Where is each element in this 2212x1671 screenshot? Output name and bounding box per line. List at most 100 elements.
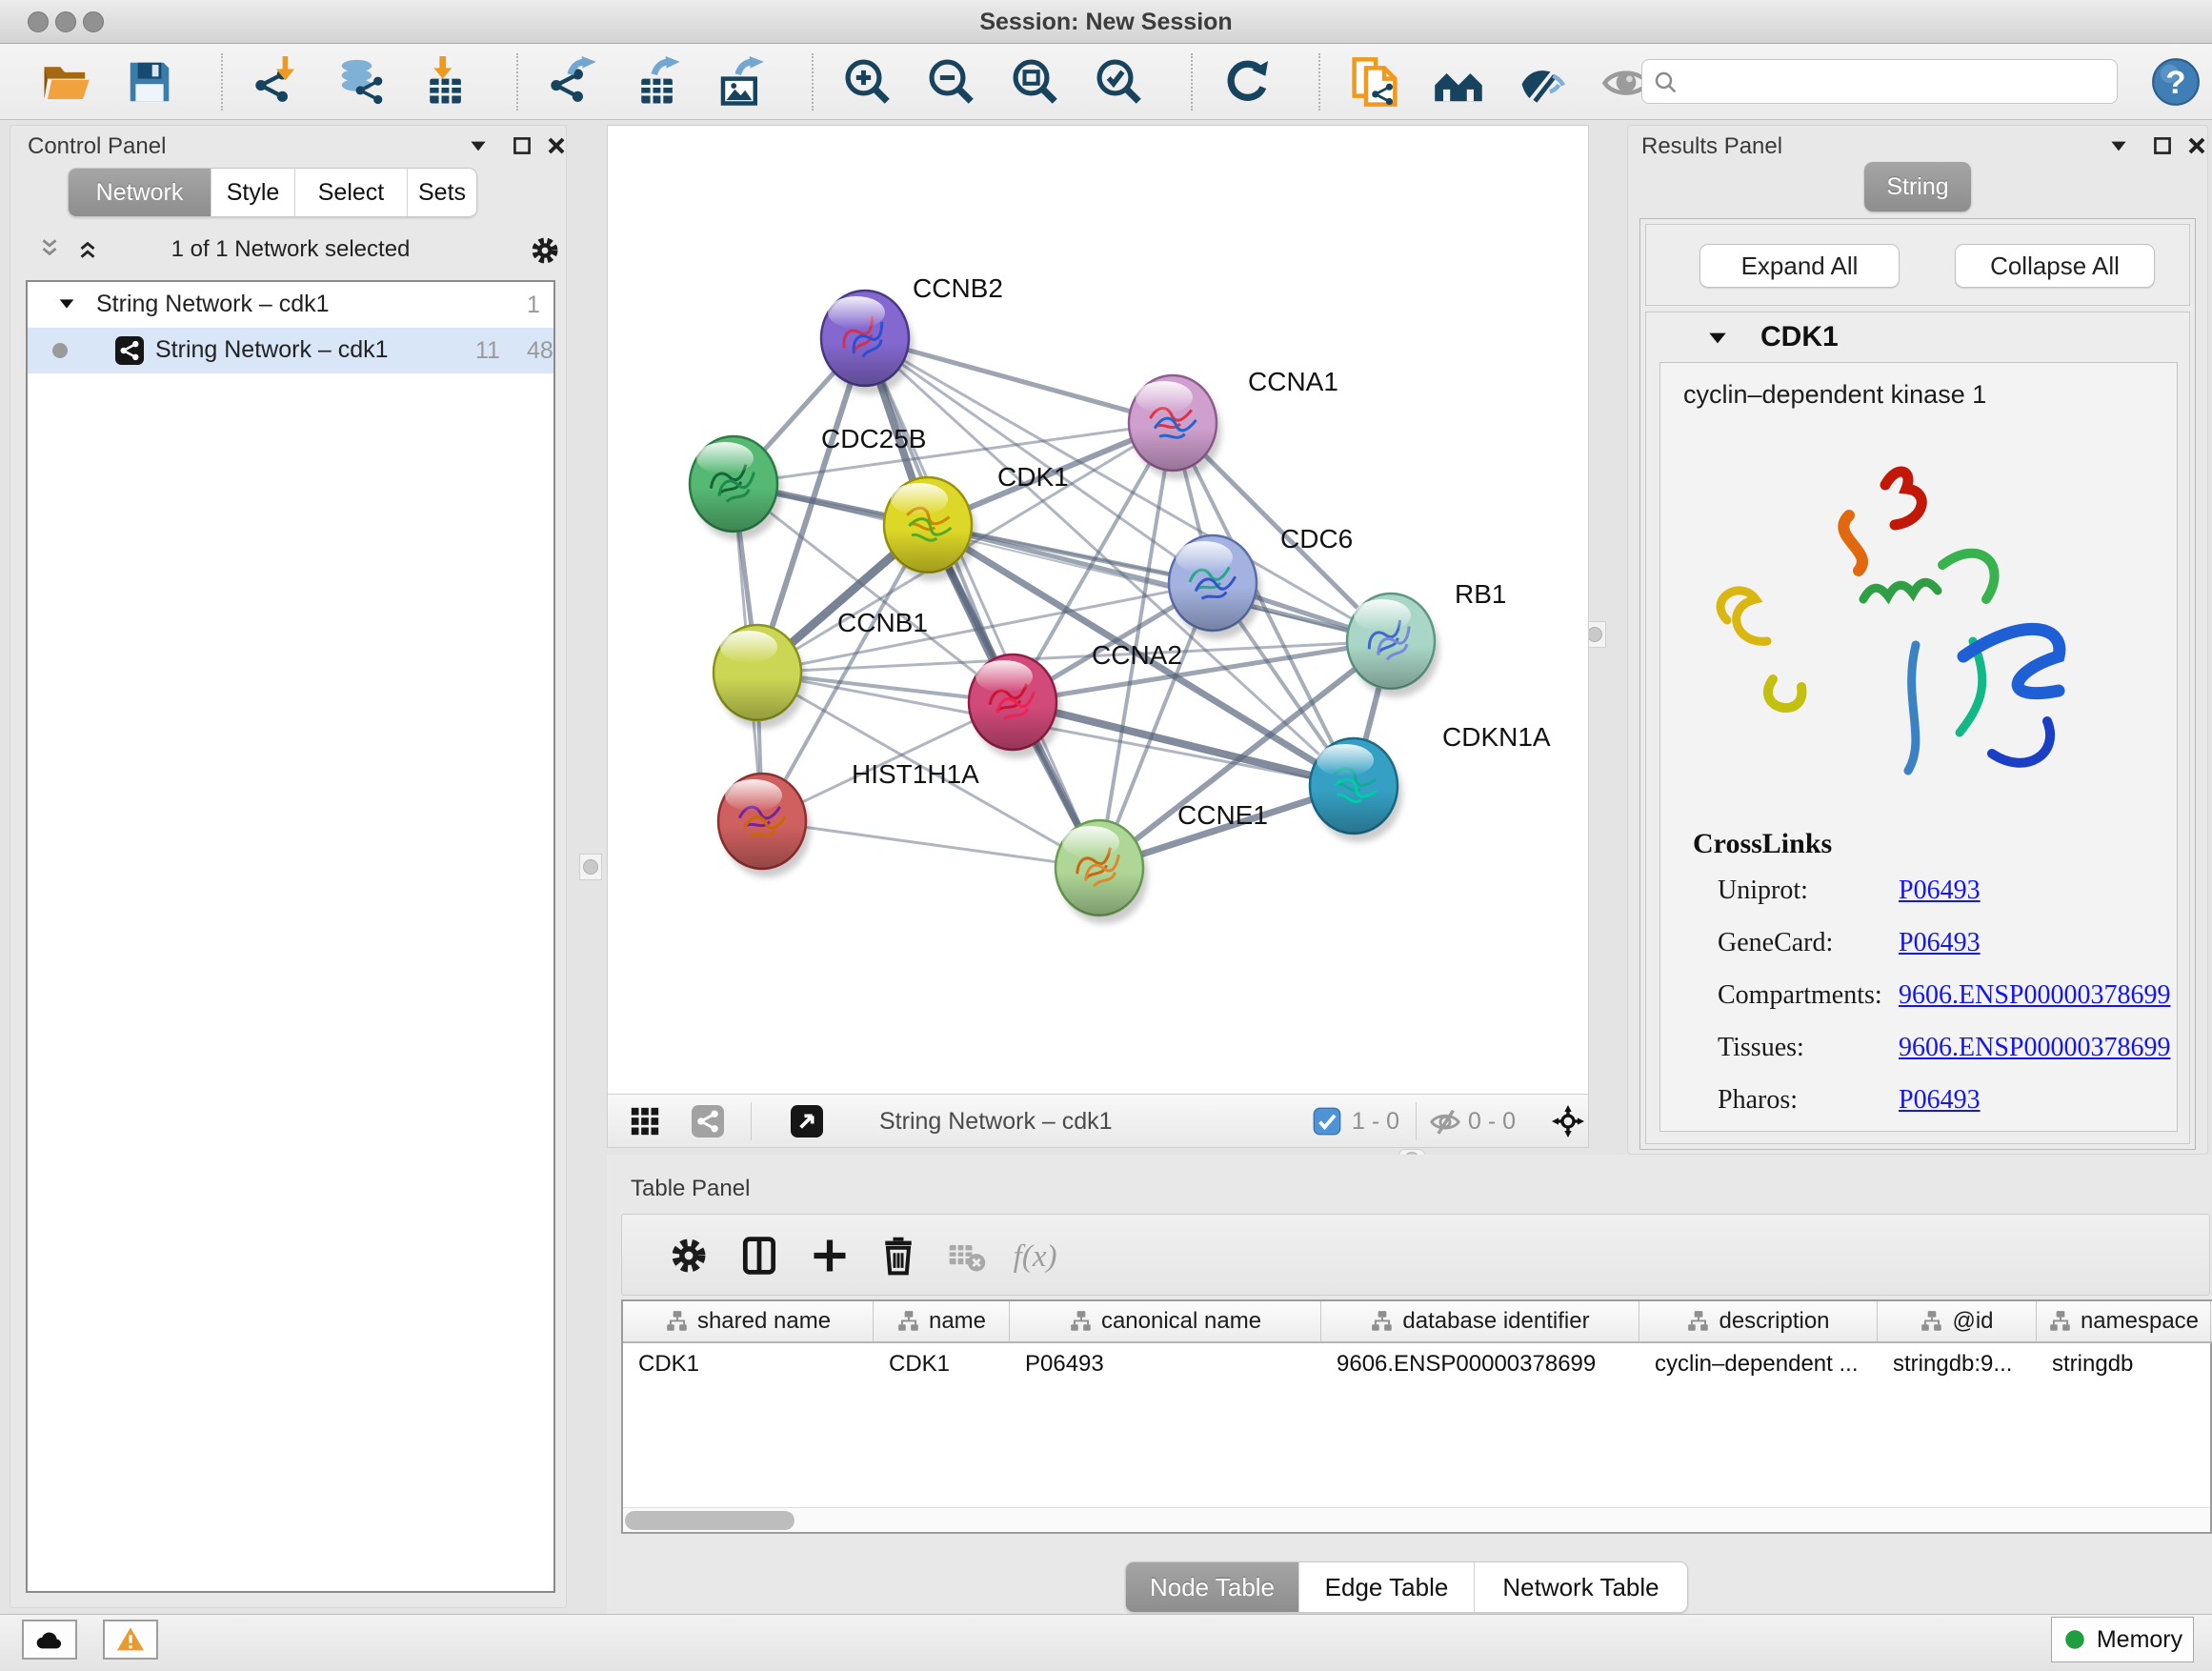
export-network-button[interactable]	[547, 56, 598, 108]
gear-icon[interactable]	[529, 234, 561, 267]
panel-menu-icon[interactable]	[2106, 133, 2131, 158]
crosslink-link[interactable]: 9606.ENSP00000378699	[1899, 1033, 2170, 1063]
node-RB1[interactable]	[1347, 594, 1439, 697]
tab-node-table[interactable]: Node Table	[1126, 1562, 1299, 1612]
zoom-in-button[interactable]	[842, 56, 894, 108]
column-header-description[interactable]: description	[1639, 1301, 1878, 1341]
horizontal-scrollbar[interactable]	[623, 1507, 2210, 1532]
node-CCNA2[interactable]	[969, 654, 1061, 758]
tab-network-table[interactable]: Network Table	[1475, 1562, 1687, 1612]
crosslink-row: Pharos: P06493	[1660, 1085, 2177, 1137]
open-session-button[interactable]	[40, 56, 91, 108]
help-button[interactable]: ?	[2151, 57, 2201, 107]
first-neighbors-button[interactable]	[1433, 56, 1484, 108]
node-CCNB2[interactable]	[821, 291, 914, 394]
detach-view-icon[interactable]	[791, 1105, 823, 1137]
collapse-all-button[interactable]: Collapse All	[1955, 244, 2155, 288]
edge-layer	[734, 338, 1391, 868]
tab-sets[interactable]: Sets	[408, 169, 476, 216]
expand-all-button[interactable]: Expand All	[1699, 244, 1900, 288]
control-panel: Control Panel NetworkStyleSelectSets 1 o…	[10, 125, 567, 1608]
node-CDC6[interactable]	[1169, 535, 1261, 639]
node-CDC25B[interactable]	[690, 436, 782, 540]
protein-structure-image	[1687, 458, 2144, 801]
export-image-button[interactable]	[714, 56, 766, 108]
column-header-id[interactable]: @id	[1878, 1301, 2037, 1341]
hide-eye-icon	[1517, 56, 1568, 108]
create-column-icon[interactable]	[809, 1235, 851, 1277]
cdk1-entry: CDK1 cyclin–dependent kinase 1	[1645, 312, 2190, 1144]
column-header-databaseidentifier[interactable]: database identifier	[1321, 1301, 1639, 1341]
tab-style[interactable]: Style	[211, 169, 295, 216]
node-count: 11	[475, 337, 500, 365]
close-panel-icon[interactable]	[544, 133, 569, 158]
tree-expand-icon[interactable]	[56, 293, 77, 314]
svg-text:?: ?	[2165, 65, 2185, 101]
memory-button[interactable]: Memory	[2051, 1617, 2194, 1662]
column-header-namespace[interactable]: namespace	[2037, 1301, 2211, 1341]
tab-network[interactable]: Network	[69, 169, 211, 216]
network-row-selected[interactable]: String Network – cdk1 11 48	[28, 328, 553, 373]
export-table-button[interactable]	[631, 56, 682, 108]
import-network-file-button[interactable]	[251, 56, 303, 108]
gear-icon[interactable]	[668, 1235, 710, 1277]
table-cell[interactable]: 9606.ENSP00000378699	[1337, 1351, 1634, 1378]
float-panel-icon[interactable]	[510, 133, 534, 158]
zoom-selected-button[interactable]	[1094, 56, 1145, 108]
show-columns-icon[interactable]	[738, 1235, 780, 1277]
search-input[interactable]	[1641, 59, 2118, 104]
table-cell[interactable]: CDK1	[638, 1351, 868, 1378]
houses-icon	[1433, 56, 1484, 108]
collapse-entry-icon[interactable]	[1705, 326, 1730, 351]
table-cell[interactable]: CDK1	[889, 1351, 1004, 1378]
delete-column-icon[interactable]	[877, 1235, 919, 1277]
apply-layout-button[interactable]	[1221, 56, 1273, 108]
scrollbar-thumb[interactable]	[625, 1511, 794, 1530]
toolbar-separator	[516, 53, 518, 111]
node-HIST1H1A[interactable]	[718, 774, 811, 877]
network-canvas[interactable]: CCNB2CCNA1CDC25BCDK1CDC6RB1CCNB1CCNA2CDK…	[607, 125, 1589, 1094]
column-header-canonicalname[interactable]: canonical name	[1010, 1301, 1321, 1341]
tab-edge-table[interactable]: Edge Table	[1299, 1562, 1475, 1612]
tab-select[interactable]: Select	[295, 169, 408, 216]
node-CCNA1[interactable]	[1129, 375, 1221, 479]
node-CDKN1A[interactable]	[1310, 738, 1402, 842]
grid-view-icon[interactable]	[629, 1105, 661, 1137]
table-cell[interactable]: stringdb:9...	[1893, 1351, 2031, 1378]
import-network-database-button[interactable]	[335, 56, 387, 108]
zoom-fit-button[interactable]	[1010, 56, 1061, 108]
node-label-CCNA1: CCNA1	[1248, 367, 1338, 396]
panel-menu-icon[interactable]	[466, 133, 491, 158]
node-CDK1[interactable]	[884, 477, 976, 581]
crosslink-link[interactable]: P06493	[1899, 1085, 1981, 1116]
save-session-button[interactable]	[124, 56, 175, 108]
close-panel-icon[interactable]	[2184, 133, 2209, 158]
import-table-button[interactable]	[419, 56, 471, 108]
zoom-out-button[interactable]	[926, 56, 977, 108]
svg-text:f(x): f(x)	[1014, 1239, 1057, 1274]
table-cell[interactable]: P06493	[1025, 1351, 1316, 1378]
tab-string[interactable]: String	[1864, 162, 1971, 211]
left-splitter-handle[interactable]	[579, 854, 602, 880]
crosslink-link[interactable]: P06493	[1899, 928, 1981, 958]
node-CCNE1[interactable]	[1056, 820, 1148, 924]
save-icon	[124, 56, 175, 108]
cloud-button[interactable]	[22, 1620, 77, 1660]
node-table[interactable]: shared namenamecanonical namedatabase id…	[621, 1299, 2212, 1534]
entry-body: cyclin–dependent kinase 1	[1659, 362, 2178, 1132]
column-header-sharedname[interactable]: shared name	[623, 1301, 874, 1341]
network-collection-row[interactable]: String Network – cdk1 1	[28, 282, 553, 328]
crosslink-link[interactable]: 9606.ENSP00000378699	[1899, 980, 2170, 1011]
crosshair-icon[interactable]	[1549, 1102, 1587, 1140]
hide-selected-button[interactable]	[1517, 56, 1568, 108]
column-header-name[interactable]: name	[874, 1301, 1010, 1341]
warning-button[interactable]	[103, 1620, 158, 1660]
selected-checkbox-icon[interactable]	[1313, 1107, 1341, 1136]
entry-header[interactable]: CDK1	[1646, 312, 2189, 362]
crosslink-link[interactable]: P06493	[1899, 876, 1981, 906]
table-cell[interactable]: cyclin–dependent ...	[1655, 1351, 1872, 1378]
network-view-icon[interactable]	[692, 1105, 724, 1137]
table-cell[interactable]: stringdb	[2052, 1351, 2205, 1378]
float-panel-icon[interactable]	[2150, 133, 2175, 158]
clone-network-button[interactable]	[1349, 56, 1400, 108]
